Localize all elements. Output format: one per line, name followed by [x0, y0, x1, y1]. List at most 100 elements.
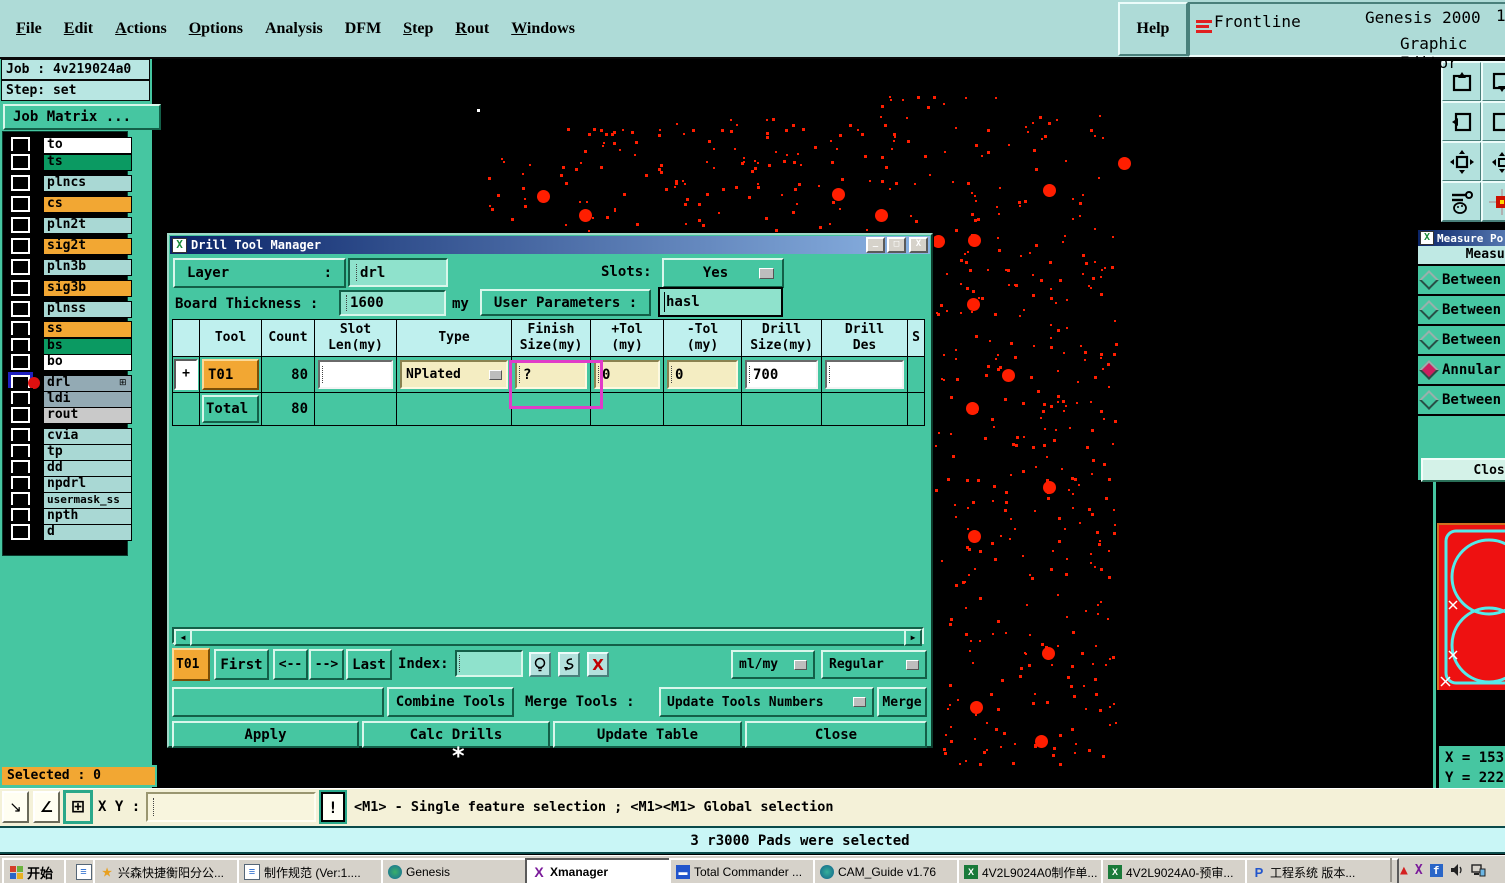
layer-label[interactable]: d	[43, 524, 132, 541]
menu-edit[interactable]: Edit	[64, 20, 93, 38]
type-dropdown[interactable]: NPlated	[400, 360, 508, 389]
dialog-titlebar[interactable]: X Drill Tool Manager _ □ X	[170, 236, 930, 254]
layer-label[interactable]: bo	[43, 354, 132, 371]
layer-row-d[interactable]: d	[7, 524, 132, 541]
layer-label[interactable]: npdrl	[43, 476, 132, 493]
layer-label[interactable]: sig3b	[43, 280, 132, 297]
menu-file[interactable]: File	[16, 20, 42, 38]
layer-row-usermask[interactable]: usermask_ss	[7, 492, 132, 509]
close-dialog-button[interactable]: Close	[745, 721, 927, 748]
menu-actions[interactable]: Actions	[115, 20, 167, 38]
zoom-selection-button[interactable]	[1481, 141, 1505, 182]
layer-label[interactable]: ldi	[43, 391, 132, 408]
layer-row-ss[interactable]: ss	[7, 321, 132, 338]
menu-options[interactable]: Options	[189, 20, 243, 38]
task-xingsen[interactable]: ★ 兴森快捷衡阳分公...	[93, 858, 247, 883]
layer-checkbox[interactable]	[11, 301, 30, 317]
tray-x-icon[interactable]: X	[1415, 863, 1423, 878]
layer-row-to[interactable]: to	[7, 137, 132, 154]
layer-row-ldi[interactable]: ldi	[7, 391, 132, 408]
layer-row-bs[interactable]: bs	[7, 338, 132, 355]
slot-len-input[interactable]	[318, 360, 393, 389]
layer-checkbox[interactable]	[11, 444, 30, 460]
close-button[interactable]: X	[909, 237, 928, 253]
layer-checkbox[interactable]	[11, 476, 30, 492]
layer-input[interactable]: drl	[348, 258, 448, 287]
start-button[interactable]: 开始	[2, 858, 72, 883]
delete-tool-button[interactable]: X	[587, 652, 609, 677]
layer-label[interactable]: usermask_ss	[43, 492, 132, 509]
sort-button[interactable]	[558, 652, 580, 677]
task-xmanager-active[interactable]: X Xmanager	[525, 858, 679, 883]
layer-checkbox[interactable]	[11, 492, 30, 508]
tool-t01-button[interactable]: T01	[202, 359, 259, 390]
job-matrix-button[interactable]: Job Matrix ...	[3, 104, 161, 130]
scroll-right-icon[interactable]: ▶	[904, 629, 922, 646]
menu-rout[interactable]: Rout	[455, 20, 489, 38]
measure-option-between-3[interactable]: Between	[1418, 326, 1505, 356]
layer-row-sig3b[interactable]: sig3b	[7, 280, 132, 297]
tools-palette-button[interactable]	[1441, 181, 1482, 222]
layer-checkbox[interactable]	[11, 460, 30, 476]
update-table-button[interactable]: Update Table	[553, 721, 742, 748]
units-dropdown[interactable]: ml/my	[731, 650, 815, 679]
ntol-input[interactable]: 0	[667, 360, 738, 389]
merge-button[interactable]: Merge	[877, 687, 927, 717]
layer-label[interactable]: plnss	[43, 301, 132, 318]
measure-close-button[interactable]: Close	[1421, 458, 1505, 482]
layer-label[interactable]: cs	[43, 196, 132, 213]
layer-label[interactable]: plncs	[43, 175, 132, 192]
layer-checkbox[interactable]	[11, 280, 30, 296]
layer-row-npdrl[interactable]: npdrl	[7, 476, 132, 493]
layer-label[interactable]: bs	[43, 338, 132, 355]
task-excel-1[interactable]: X 4V2L9024A0制作单...	[957, 858, 1111, 883]
apply-button[interactable]: Apply	[172, 721, 359, 748]
highlight-bulb-button[interactable]	[529, 652, 551, 677]
layer-checkbox[interactable]	[11, 428, 30, 444]
zoom-extents-button[interactable]	[1441, 141, 1482, 182]
task-total-commander[interactable]: ▬ Total Commander ...	[669, 858, 823, 883]
measure-option-annular[interactable]: Annular	[1418, 356, 1505, 386]
pan-right-button[interactable]	[1481, 101, 1505, 142]
drill-size-input[interactable]: 700	[745, 360, 818, 389]
layer-checkbox[interactable]	[11, 238, 30, 254]
layer-row-ts[interactable]: ts	[7, 154, 132, 171]
menu-analysis[interactable]: Analysis	[265, 20, 323, 38]
first-button[interactable]: First	[214, 649, 269, 680]
pan-left-button[interactable]	[1441, 101, 1482, 142]
menu-windows[interactable]: Windows	[511, 20, 575, 38]
measure-mode-button[interactable]: ↘	[2, 791, 29, 823]
slots-dropdown[interactable]: Yes	[662, 258, 784, 288]
layer-label[interactable]: cvia	[43, 428, 132, 445]
layer-row-plnss[interactable]: plnss	[7, 301, 132, 318]
layer-checkbox[interactable]	[11, 321, 30, 337]
layer-label[interactable]: pln2t	[43, 217, 132, 234]
layer-row-plncs[interactable]: plncs	[7, 175, 132, 192]
maximize-button[interactable]: □	[887, 237, 906, 253]
measure-option-between-1[interactable]: Between	[1418, 266, 1505, 296]
xy-input[interactable]	[146, 792, 316, 822]
layer-checkbox[interactable]	[11, 407, 30, 423]
layer-label[interactable]: rout	[43, 407, 132, 424]
tray-f-icon[interactable]: f	[1429, 863, 1443, 877]
layer-row-drl[interactable]: drl ⊞	[7, 375, 132, 392]
angle-mode-button[interactable]: ∠	[33, 791, 60, 823]
layer-row-rout[interactable]: rout	[7, 407, 132, 424]
row-handle-button[interactable]: +	[174, 359, 198, 390]
layer-label[interactable]: ts	[43, 154, 132, 171]
task-cam-guide[interactable]: CAM_Guide v1.76	[813, 858, 967, 883]
layer-row-bo[interactable]: bo	[7, 354, 132, 371]
layer-row-dd[interactable]: dd	[7, 460, 132, 477]
prev-button[interactable]: <--	[273, 649, 308, 680]
layer-row-cvia[interactable]: cvia	[7, 428, 132, 445]
task-spec[interactable]: ≡ 制作规范 (Ver:1....	[237, 858, 391, 883]
layer-checkbox[interactable]	[11, 524, 30, 540]
layer-label[interactable]: npth	[43, 508, 132, 525]
layer-row-npth[interactable]: npth	[7, 508, 132, 525]
layer-row-pln2t[interactable]: pln2t	[7, 217, 132, 234]
mode-dropdown[interactable]: Regular	[821, 650, 927, 679]
layer-row-tp[interactable]: tp	[7, 444, 132, 461]
tray-triangle-icon[interactable]: ▲	[1400, 863, 1408, 878]
task-eng-system[interactable]: P 工程系统 版本...	[1245, 858, 1399, 883]
task-excel-2[interactable]: X 4V2L9024A0-预审...	[1101, 858, 1255, 883]
